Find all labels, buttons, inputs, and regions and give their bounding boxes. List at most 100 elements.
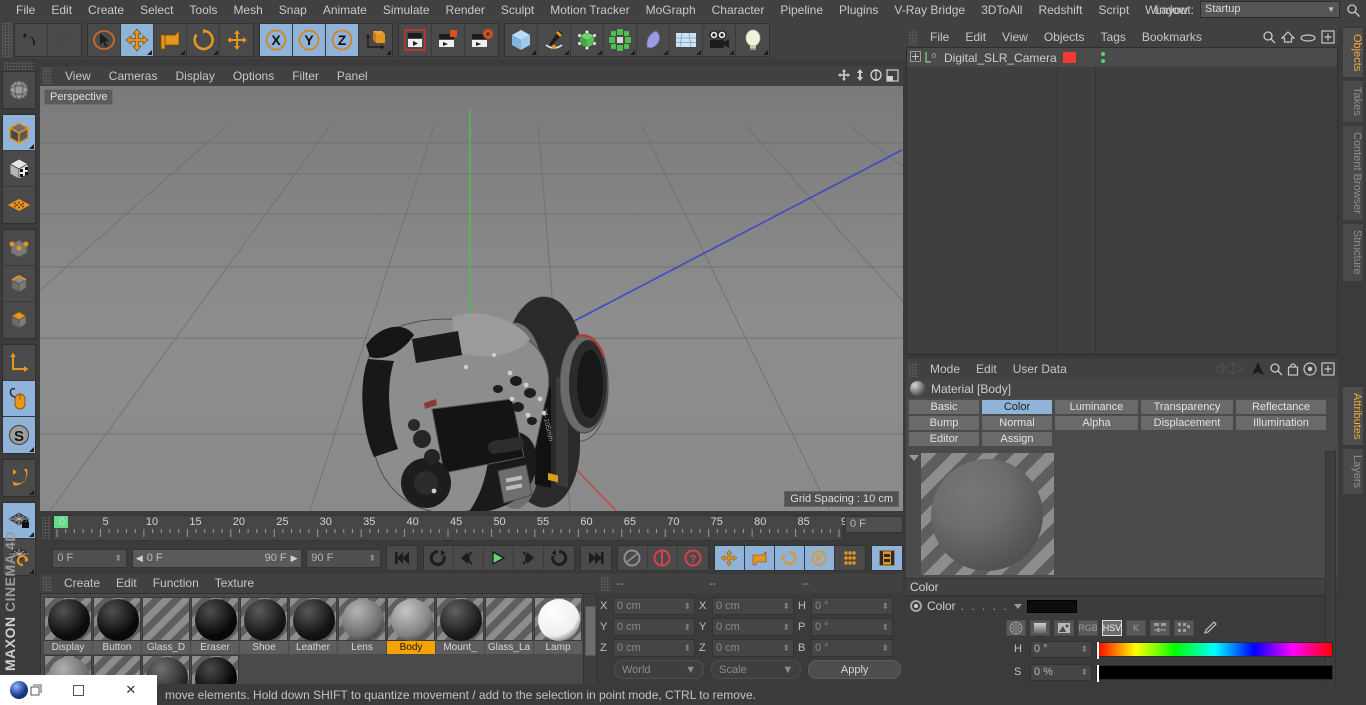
go-to-start-button[interactable]: [386, 546, 417, 570]
material-menu-grip[interactable]: [43, 576, 52, 591]
size-z-field[interactable]: 0 cm ⬍: [712, 639, 794, 657]
rotation-b-field[interactable]: 0 ° ⬍: [811, 639, 893, 657]
menu-item-script[interactable]: Script: [1090, 0, 1137, 21]
chevron-down-icon[interactable]: [1013, 603, 1022, 609]
object-menu-file[interactable]: File: [922, 27, 957, 47]
maximize-square-icon[interactable]: [52, 684, 104, 696]
gradient-button[interactable]: [1030, 620, 1050, 636]
coordinate-system-dropdown[interactable]: World ▼: [614, 660, 705, 679]
rotation-p-field[interactable]: 0 ° ⬍: [811, 618, 893, 636]
menu-item-sculpt[interactable]: Sculpt: [493, 0, 542, 21]
lock-icon[interactable]: [1287, 361, 1299, 379]
material-cell[interactable]: Button: [93, 597, 141, 654]
snap-button[interactable]: S: [3, 417, 35, 453]
keyframe-selection-button[interactable]: ?: [677, 546, 708, 570]
material-cell[interactable]: Body: [387, 597, 435, 654]
toolbar-grip[interactable]: [2, 23, 12, 57]
menu-item-animate[interactable]: Animate: [315, 0, 375, 21]
material-swatch[interactable]: [191, 655, 239, 684]
menu-item-motion-tracker[interactable]: Motion Tracker: [542, 0, 637, 21]
viewport-menu-grip[interactable]: [43, 68, 52, 84]
play-reverse-button[interactable]: [423, 546, 454, 570]
attribute-menu-edit[interactable]: Edit: [968, 359, 1005, 379]
scale-tool-button[interactable]: [154, 24, 187, 56]
current-frame-field[interactable]: 0 F ⬍: [52, 548, 128, 568]
point-mode-button[interactable]: [3, 230, 35, 266]
menu-item-redshift[interactable]: Redshift: [1030, 0, 1090, 21]
menu-item-edit[interactable]: Edit: [43, 0, 80, 21]
home-icon[interactable]: [1280, 30, 1296, 47]
range-right-arrow-icon[interactable]: ▶: [291, 553, 298, 564]
menu-item-pipeline[interactable]: Pipeline: [772, 0, 831, 21]
dock-tab-objects[interactable]: Objects: [1342, 27, 1364, 79]
material-tag-icon[interactable]: [1063, 52, 1076, 63]
timeline-frame-field[interactable]: 0 F: [845, 516, 903, 533]
attribute-tab-assign[interactable]: Assign: [981, 431, 1053, 447]
material-swatch[interactable]: [436, 597, 484, 641]
material-menu-function[interactable]: Function: [145, 574, 207, 593]
search-icon[interactable]: [1269, 362, 1283, 379]
play-button[interactable]: [483, 546, 514, 570]
viewport-solo-button[interactable]: [3, 381, 35, 417]
kelvin-mode-button[interactable]: K: [1126, 620, 1146, 636]
maximize-icon[interactable]: [886, 68, 899, 85]
material-cell[interactable]: Glass_D: [142, 597, 190, 654]
edge-mode-button[interactable]: [3, 266, 35, 302]
undo-button[interactable]: [15, 24, 48, 56]
timeline-button[interactable]: [871, 546, 902, 570]
dock-tab-content-browser[interactable]: Content Browser: [1342, 125, 1364, 221]
c4d-orb-icon[interactable]: [0, 681, 52, 699]
search-icon[interactable]: [1262, 30, 1276, 47]
hue-slider[interactable]: [1096, 641, 1333, 659]
menu-item-mesh[interactable]: Mesh: [225, 0, 270, 21]
material-swatch[interactable]: [142, 597, 190, 641]
polygon-mode-button[interactable]: [3, 302, 35, 338]
material-swatch[interactable]: [93, 597, 141, 641]
size-mode-dropdown[interactable]: Scale ▼: [711, 660, 802, 679]
move-tool-button[interactable]: [121, 24, 154, 56]
menu-item-select[interactable]: Select: [132, 0, 181, 21]
close-icon[interactable]: ✕: [105, 682, 157, 698]
material-menu-texture[interactable]: Texture: [207, 574, 262, 593]
coordinate-grip[interactable]: [601, 576, 610, 591]
timeline-ruler[interactable]: 051015202530354045505560657075808590: [53, 515, 853, 541]
attribute-tab-color[interactable]: Color: [981, 399, 1053, 415]
collapse-triangle-icon[interactable]: [909, 455, 919, 461]
redo-button[interactable]: [48, 24, 81, 56]
attribute-tab-alpha[interactable]: Alpha: [1054, 415, 1139, 431]
rotation-h-field[interactable]: 0 ° ⬍: [811, 597, 893, 615]
viewport-menu-filter[interactable]: Filter: [283, 66, 328, 86]
next-frame-button[interactable]: [513, 546, 544, 570]
arrow-up-icon[interactable]: [1251, 361, 1265, 379]
bend-deformer-button[interactable]: [637, 24, 670, 56]
scale-key-button[interactable]: [744, 546, 775, 570]
menu-item-tools[interactable]: Tools: [181, 0, 225, 21]
rotate-icon[interactable]: [869, 68, 883, 85]
viewport-canvas[interactable]: Perspective 24-105mm Grid Spacing: 10 c…: [40, 86, 903, 511]
dock-tab-structure[interactable]: Structure: [1342, 222, 1364, 282]
eyedropper-button[interactable]: [1198, 620, 1222, 636]
object-menu-grip[interactable]: [909, 29, 918, 45]
x-axis-lock-button[interactable]: X: [260, 24, 293, 56]
object-tree[interactable]: 0 Digital_SLR_Camera: [906, 47, 1338, 356]
menu-item-snap[interactable]: Snap: [271, 0, 315, 21]
hue-marker[interactable]: [1097, 641, 1099, 659]
image-picker-button[interactable]: [1054, 620, 1074, 636]
render-view-button[interactable]: [399, 24, 432, 56]
material-scroll-thumb[interactable]: [585, 606, 596, 656]
attribute-tab-normal[interactable]: Normal: [981, 415, 1053, 431]
size-x-field[interactable]: 0 cm ⬍: [712, 597, 794, 615]
object-menu-edit[interactable]: Edit: [957, 27, 994, 47]
attribute-tab-illumination[interactable]: Illumination: [1235, 415, 1327, 431]
object-menu-view[interactable]: View: [994, 27, 1036, 47]
material-swatch[interactable]: [485, 597, 533, 641]
hue-field[interactable]: 0 ° ⬍: [1030, 640, 1092, 658]
model-mode-button[interactable]: [3, 115, 35, 151]
size-y-field[interactable]: 0 cm ⬍: [712, 618, 794, 636]
dock-tab-takes[interactable]: Takes: [1342, 80, 1364, 124]
material-cell[interactable]: Display: [44, 597, 92, 654]
world-coordinate-button[interactable]: [359, 24, 392, 56]
position-key-button[interactable]: [714, 546, 745, 570]
material-cell[interactable]: Mount_: [436, 597, 484, 654]
attribute-tab-editor[interactable]: Editor: [908, 431, 980, 447]
